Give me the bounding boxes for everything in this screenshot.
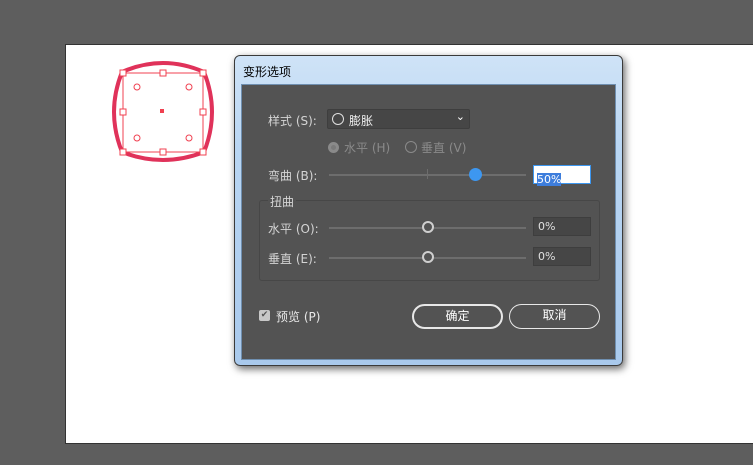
distortion-group-label: 扭曲	[268, 193, 297, 210]
mesh-point	[185, 83, 193, 91]
distortion-group	[259, 200, 600, 281]
radio-vertical-label: 垂直 (V)	[421, 141, 467, 155]
radio-horizontal[interactable]	[328, 142, 339, 153]
handle[interactable]	[119, 108, 127, 116]
dialog-panel: 样式 (S): 膨胀 ⌄ 水平 (H) 垂直 (V) 弯曲 (B): 50% 扭…	[241, 84, 616, 360]
chevron-down-icon: ⌄	[455, 110, 465, 123]
handle[interactable]	[199, 69, 207, 77]
style-value: 膨胀	[349, 114, 374, 128]
bend-input[interactable]: 50%	[533, 165, 591, 186]
bend-slider-knob[interactable]	[469, 168, 482, 181]
distort-horizontal-label: 水平 (O):	[268, 222, 319, 236]
handle[interactable]	[159, 69, 167, 77]
distort-horizontal-input[interactable]: 0%	[533, 217, 591, 236]
distort-horizontal-knob[interactable]	[422, 221, 434, 233]
radio-vertical[interactable]	[405, 141, 417, 153]
bend-center-tick	[427, 169, 428, 179]
center-point	[160, 109, 164, 113]
bend-label: 弯曲 (B):	[268, 169, 318, 183]
handle[interactable]	[119, 69, 127, 77]
mesh-point	[133, 83, 141, 91]
style-dropdown[interactable]: 膨胀 ⌄	[327, 109, 470, 129]
preview-label: 预览 (P)	[276, 310, 321, 324]
ok-button[interactable]: 确定	[412, 304, 503, 329]
handle[interactable]	[199, 108, 207, 116]
distort-vertical-knob[interactable]	[422, 251, 434, 263]
circle-outline-icon	[332, 113, 344, 125]
handle[interactable]	[199, 148, 207, 156]
mesh-point	[133, 134, 141, 142]
distort-vertical-input[interactable]: 0%	[533, 247, 591, 266]
handle[interactable]	[159, 148, 167, 156]
radio-horizontal-label: 水平 (H)	[344, 141, 391, 155]
style-label: 样式 (S):	[268, 114, 317, 128]
cancel-button[interactable]: 取消	[509, 304, 600, 329]
mesh-point	[185, 134, 193, 142]
dialog-title: 变形选项	[243, 65, 292, 79]
handle[interactable]	[119, 148, 127, 156]
warped-shape[interactable]	[100, 60, 230, 170]
warp-options-dialog: 变形选项 样式 (S): 膨胀 ⌄ 水平 (H) 垂直 (V) 弯曲 (B): …	[234, 55, 623, 366]
preview-checkbox[interactable]: ✔	[259, 310, 270, 321]
distort-vertical-label: 垂直 (E):	[268, 252, 317, 266]
